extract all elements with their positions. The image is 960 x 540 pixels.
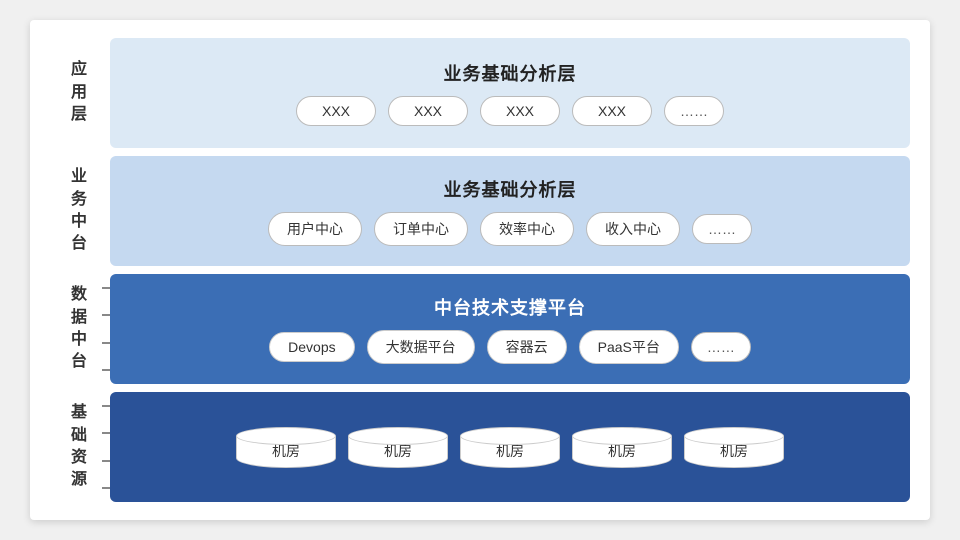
layer-row-shuju: 数 据 中 台 中台技术支撑平台 Devops 大数据平台容器云 PaaS平台 ……: [50, 274, 910, 384]
layer-label-yingyong: 应 用 层: [50, 38, 110, 148]
card-yewu-3: 收入中心: [586, 212, 680, 246]
layer-label-text: 数 据 中 台: [71, 284, 89, 374]
card-yingyong-2: XXX: [480, 96, 560, 126]
card-shuju-0: Devops: [269, 332, 354, 362]
cards-row-yewu: 用户中心订单中心效率中心收入中心 ……: [268, 212, 752, 246]
layer-label-yewu: 业 务 中 台: [50, 156, 110, 266]
layer-label-text: 基 础 资 源: [71, 402, 89, 492]
card-extra-shuju: ……: [691, 332, 751, 362]
cylinder-jichu-1: 机房: [348, 427, 448, 468]
cards-row-yingyong: XXX XXX XXX XXX ……: [296, 96, 724, 126]
card-yingyong-1: XXX: [388, 96, 468, 126]
card-yewu-2: 效率中心: [480, 212, 574, 246]
layer-content-shuju: 中台技术支撑平台 Devops 大数据平台容器云 PaaS平台 ……: [110, 274, 910, 384]
cylinder-top: [348, 427, 448, 445]
layer-label-text: 业 务 中 台: [71, 166, 89, 256]
cards-row-shuju: Devops 大数据平台容器云 PaaS平台 ……: [269, 330, 751, 364]
card-yingyong-3: XXX: [572, 96, 652, 126]
layer-label-text: 应 用 层: [71, 59, 89, 126]
cards-row-jichu: 机房机房机房机房机房: [236, 427, 784, 468]
layer-content-jichu: 机房机房机房机房机房: [110, 392, 910, 502]
cylinder-jichu-4: 机房: [684, 427, 784, 468]
card-yingyong-0: XXX: [296, 96, 376, 126]
card-extra-yewu: ……: [692, 214, 752, 244]
cylinder-top: [684, 427, 784, 445]
layer-content-yingyong: 业务基础分析层 XXX XXX XXX XXX ……: [110, 38, 910, 148]
card-yewu-1: 订单中心: [374, 212, 468, 246]
cylinder-top: [460, 427, 560, 445]
layer-label-shuju: 数 据 中 台: [50, 274, 110, 384]
cylinder-top: [572, 427, 672, 445]
cylinder-jichu-3: 机房: [572, 427, 672, 468]
cylinder-jichu-0: 机房: [236, 427, 336, 468]
card-yewu-0: 用户中心: [268, 212, 362, 246]
diagram-container: 应 用 层业务基础分析层XXXXXXXXXXXX……业 务 中 台业务基础分析层…: [30, 20, 930, 520]
layer-row-yingyong: 应 用 层 业务基础分析层 XXX XXX XXX XXX ……: [50, 38, 910, 148]
cylinder-jichu-2: 机房: [460, 427, 560, 468]
layer-label-jichu: 基 础 资 源: [50, 392, 110, 502]
layer-title-yingyong: 业务基础分析层: [444, 60, 577, 86]
layer-row-yewu: 业 务 中 台 业务基础分析层用户中心订单中心效率中心收入中心 ……: [50, 156, 910, 266]
card-extra-yingyong: ……: [664, 96, 724, 126]
card-shuju-2: 容器云: [487, 330, 567, 364]
cylinder-top: [236, 427, 336, 445]
card-shuju-1: 大数据平台: [367, 330, 475, 364]
layer-title-yewu: 业务基础分析层: [444, 176, 577, 202]
card-shuju-3: PaaS平台: [579, 330, 679, 364]
layer-row-jichu: 基 础 资 源机房机房机房机房机房: [50, 392, 910, 502]
layer-content-yewu: 业务基础分析层用户中心订单中心效率中心收入中心 ……: [110, 156, 910, 266]
layer-title-shuju: 中台技术支撑平台: [434, 294, 586, 320]
